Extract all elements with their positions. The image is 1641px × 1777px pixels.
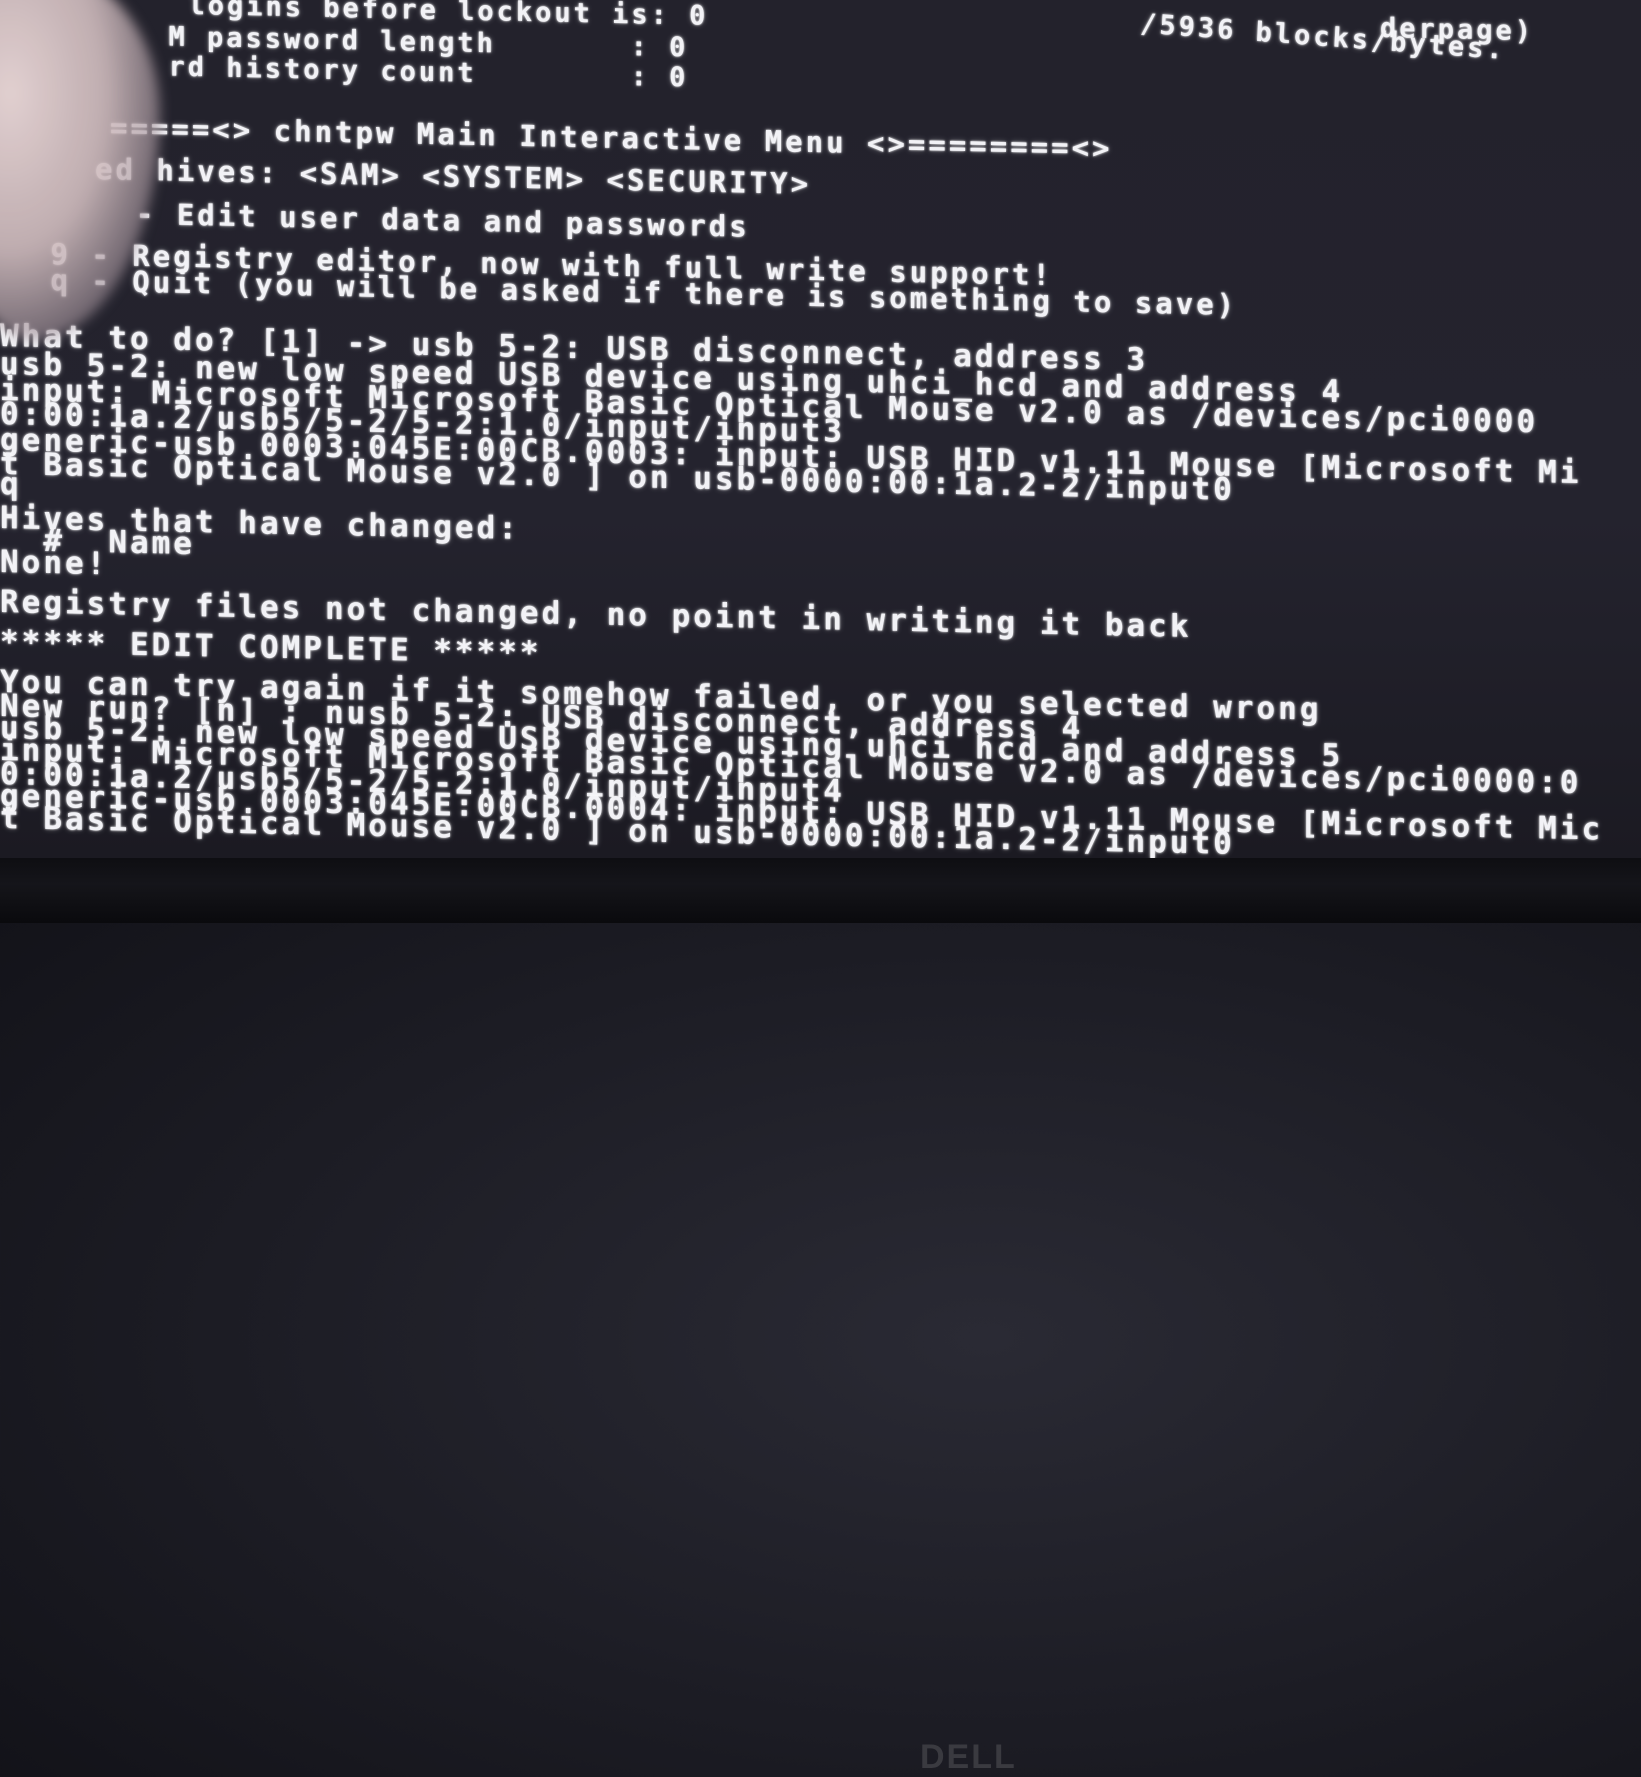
terminal-line: None! [0, 544, 109, 583]
monitor-bezel: DELL [0, 858, 1641, 1776]
terminal-line: q [0, 466, 22, 503]
monitor-brand-logo: DELL [920, 1738, 1017, 1776]
terminal-line: ***** EDIT COMPLETE ***** [0, 624, 542, 672]
terminal-line: ed hives: <SAM> <SYSTEM> <SECURITY> [95, 151, 812, 201]
monitor-screen: derpage) /5936 blocks/bytes. logins befo… [0, 0, 1641, 858]
terminal-line: - Edit user data and passwords [95, 195, 750, 244]
terminal-output: derpage) /5936 blocks/bytes. logins befo… [0, 0, 1641, 858]
